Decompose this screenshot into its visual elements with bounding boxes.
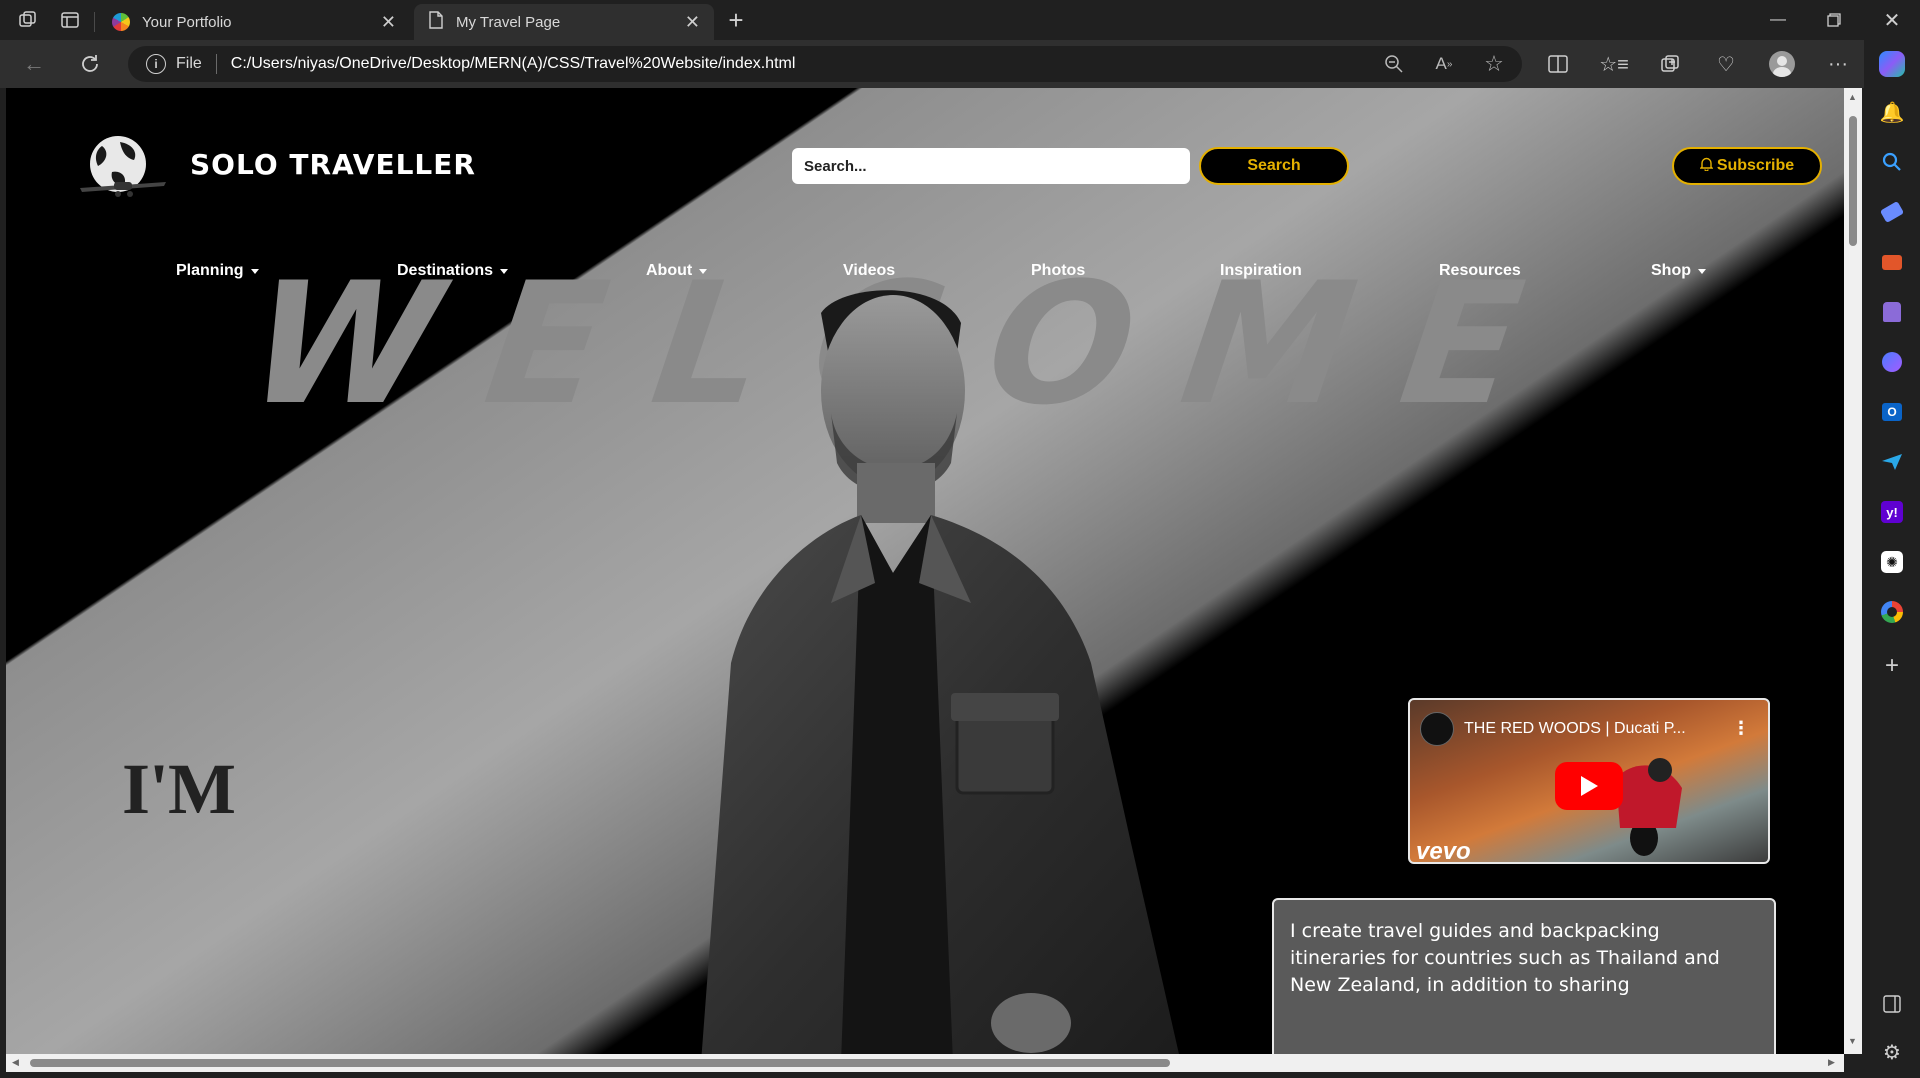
edge-sidebar: 🔔 O y! ✺ + ⚙ — [1864, 40, 1920, 1078]
close-icon[interactable]: ✕ — [381, 12, 396, 33]
shopping-tag-icon[interactable] — [1876, 196, 1908, 228]
apple-icon — [112, 13, 130, 31]
scroll-left-icon[interactable]: ◀ — [12, 1057, 19, 1068]
scroll-right-icon[interactable]: ▶ — [1828, 1057, 1835, 1068]
chatgpt-icon[interactable]: ✺ — [1876, 546, 1908, 578]
url-text[interactable]: C:/Users/niyas/OneDrive/Desktop/MERN(A)/… — [231, 55, 796, 73]
split-screen-icon[interactable] — [1542, 48, 1574, 80]
send-icon[interactable] — [1876, 446, 1908, 478]
tab-your-portfolio[interactable]: Your Portfolio ✕ — [98, 4, 410, 40]
more-vertical-icon[interactable]: ⋮ — [1732, 718, 1750, 739]
nav-label: Shop — [1651, 262, 1691, 279]
url-box[interactable]: i File C:/Users/niyas/OneDrive/Desktop/M… — [128, 46, 1522, 82]
tab-my-travel-page[interactable]: My Travel Page ✕ — [414, 4, 714, 40]
window-close-icon[interactable]: ✕ — [1872, 6, 1912, 34]
play-icon[interactable] — [1555, 762, 1623, 810]
games-icon[interactable] — [1876, 296, 1908, 328]
hero-person-image — [661, 283, 1221, 1054]
tab-bar: Your Portfolio ✕ My Travel Page ✕ + — ✕ — [0, 0, 1920, 40]
favorites-icon[interactable]: ☆≡ — [1598, 48, 1630, 80]
page-viewport: SOLO TRAVELLER Search Subscribe Planning… — [6, 88, 1844, 1054]
new-tab-icon[interactable]: + — [720, 5, 752, 35]
vertical-scrollbar[interactable]: ▲ ▼ — [1844, 88, 1862, 1054]
yahoo-icon[interactable]: y! — [1876, 496, 1908, 528]
read-aloud-icon[interactable]: A» — [1428, 48, 1460, 80]
url-scheme-label: File — [176, 55, 202, 72]
url-separator — [215, 54, 217, 74]
youtube-video-embed[interactable]: THE RED WOODS | Ducati P... ⋮ vevo — [1408, 698, 1770, 864]
channel-avatar[interactable] — [1420, 712, 1454, 746]
copilot-icon[interactable] — [1876, 48, 1908, 80]
bell-icon[interactable]: 🔔 — [1876, 96, 1908, 128]
video-title[interactable]: THE RED WOODS | Ducati P... — [1464, 720, 1686, 738]
globe-logo — [76, 132, 170, 202]
hide-sidebar-icon[interactable] — [1876, 988, 1908, 1020]
tab-actions-icon[interactable] — [56, 6, 84, 34]
google-icon[interactable] — [1876, 596, 1908, 628]
search-icon[interactable] — [1876, 146, 1908, 178]
brand-title[interactable]: SOLO TRAVELLER — [190, 148, 476, 181]
tab-label: My Travel Page — [456, 13, 561, 31]
nav-label: Planning — [176, 262, 244, 279]
back-icon[interactable]: ← — [18, 48, 50, 80]
favorite-star-icon[interactable]: ☆ — [1478, 48, 1510, 80]
tab-separator — [94, 12, 95, 32]
tools-briefcase-icon[interactable] — [1876, 246, 1908, 278]
more-options-icon[interactable]: ··· — [1822, 48, 1854, 80]
page-icon — [428, 11, 444, 33]
caret-down-icon — [250, 268, 259, 274]
subscribe-button[interactable]: Subscribe — [1672, 147, 1822, 185]
refresh-icon[interactable] — [74, 48, 106, 80]
copilot-hex-icon[interactable] — [1876, 346, 1908, 378]
restore-icon[interactable] — [1814, 6, 1854, 34]
vertical-scroll-thumb[interactable] — [1849, 116, 1857, 246]
intro-im-text: I'M — [122, 749, 236, 829]
info-icon[interactable]: i — [146, 54, 166, 74]
caret-down-icon — [1698, 268, 1706, 274]
zoom-icon[interactable] — [1378, 48, 1410, 80]
address-bar: ← i File C:/Users/niyas/OneDrive/Desktop… — [0, 40, 1920, 88]
search-button[interactable]: Search — [1199, 147, 1349, 185]
vevo-watermark: vevo — [1416, 838, 1471, 864]
profile-avatar[interactable] — [1766, 48, 1798, 80]
tab-label: Your Portfolio — [142, 13, 232, 31]
horizontal-scrollbar[interactable]: ◀ ▶ — [6, 1054, 1844, 1072]
horizontal-scroll-thumb[interactable] — [30, 1059, 1170, 1067]
collections-icon[interactable] — [1654, 48, 1686, 80]
settings-gear-icon[interactable]: ⚙ — [1876, 1036, 1908, 1068]
search-input[interactable] — [792, 148, 1190, 184]
minimize-icon[interactable]: — — [1758, 6, 1798, 34]
browser-essentials-icon[interactable]: ♡ — [1710, 48, 1742, 80]
bio-card: I create travel guides and backpacking i… — [1272, 898, 1776, 1054]
scroll-up-icon[interactable]: ▲ — [1848, 92, 1857, 102]
add-sidebar-app-icon[interactable]: + — [1876, 650, 1908, 682]
close-icon[interactable]: ✕ — [685, 12, 700, 33]
nav-planning[interactable]: Planning — [176, 262, 259, 280]
workspaces-icon[interactable] — [14, 6, 42, 34]
nav-shop[interactable]: Shop — [1651, 262, 1706, 280]
bell-icon — [1699, 157, 1714, 176]
outlook-icon[interactable]: O — [1876, 396, 1908, 428]
scroll-down-icon[interactable]: ▼ — [1848, 1036, 1857, 1046]
subscribe-label: Subscribe — [1716, 157, 1795, 174]
